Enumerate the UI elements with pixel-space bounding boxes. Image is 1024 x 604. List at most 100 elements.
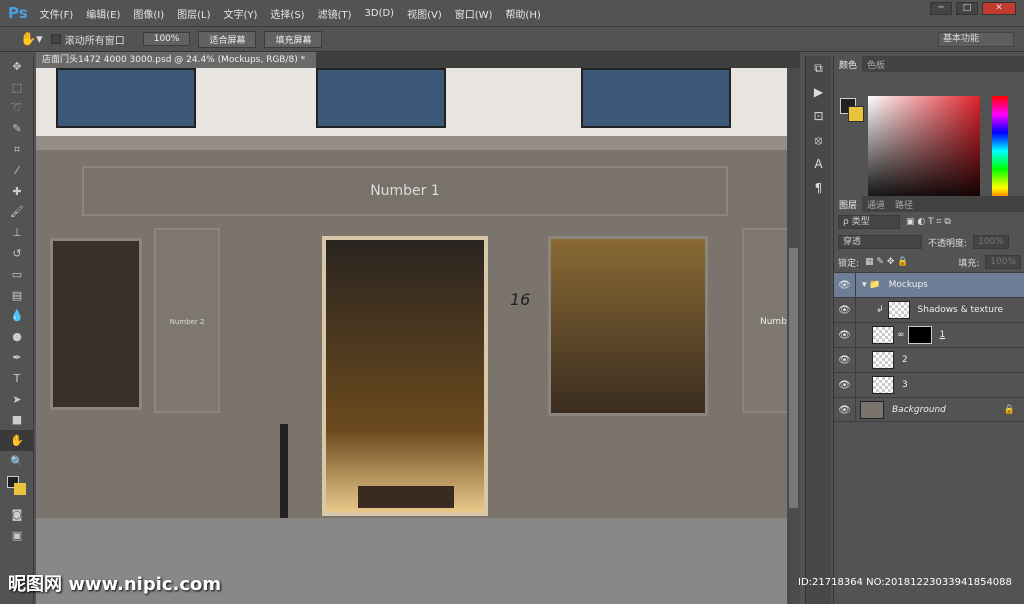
character-panel-icon[interactable]: A xyxy=(806,152,831,176)
eye-icon[interactable]: 👁 xyxy=(834,398,856,421)
lasso-tool-icon[interactable]: ➰ xyxy=(0,98,34,119)
eraser-tool-icon[interactable]: ▭ xyxy=(0,264,34,285)
eye-icon[interactable]: 👁 xyxy=(834,298,856,322)
background-color-swatch[interactable] xyxy=(848,106,864,122)
layers-panel: 图层 通道 路径 ρ 类型 ▣ ◐ T ⌗ ⧉ 穿透 不透明度: 100% 锁定: ▦ … xyxy=(834,196,1024,422)
layer-name: Shadows & texture xyxy=(917,305,1003,315)
lock-icon: 🔒 xyxy=(1003,404,1015,415)
tab-channels[interactable]: 通道 xyxy=(862,196,890,212)
healing-tool-icon[interactable]: ✚ xyxy=(0,181,34,202)
menu-type[interactable]: 文字(Y) xyxy=(224,6,258,21)
history-panel-icon[interactable]: ⧉ xyxy=(806,56,831,80)
layer-row-1[interactable]: 👁 ∞ 1 xyxy=(834,322,1024,347)
scroll-all-checkbox[interactable] xyxy=(50,34,61,44)
layer-row-2[interactable]: 👁 2 xyxy=(834,347,1024,372)
filter-icons[interactable]: ▣ ◐ T ⌗ ⧉ xyxy=(906,217,951,227)
tab-paths[interactable]: 路径 xyxy=(890,196,918,212)
type-tool-icon[interactable]: T xyxy=(0,368,34,389)
layer-row-mockups[interactable]: 👁 ▾ 📁 Mockups xyxy=(834,272,1024,297)
screen-mode-icon[interactable]: ▣ xyxy=(0,525,34,546)
color-panel xyxy=(834,72,1024,206)
layer-row-background[interactable]: 👁 Background 🔒 xyxy=(834,397,1024,422)
menu-select[interactable]: 选择(S) xyxy=(270,6,304,21)
hue-slider[interactable] xyxy=(992,96,1008,206)
crop-tool-icon[interactable]: ⌗ xyxy=(0,139,34,160)
paragraph-panel-icon[interactable]: ¶ xyxy=(806,176,831,200)
left-sign: Number 2 xyxy=(154,228,220,413)
color-swatches-icon[interactable] xyxy=(0,472,34,504)
color-picker-field[interactable] xyxy=(868,96,980,206)
link-icon: ∞ xyxy=(897,330,905,340)
options-bar: ✋▾ 滚动所有窗口 100% 适合屏幕 填充屏幕 基本功能 xyxy=(0,26,1024,52)
eye-icon[interactable]: 👁 xyxy=(834,323,856,347)
right-window xyxy=(548,236,708,416)
sign-main-text: Number 1 xyxy=(370,183,440,199)
move-tool-icon[interactable]: ✥ xyxy=(0,56,34,77)
vertical-scrollbar[interactable] xyxy=(787,68,800,604)
background-thumbnail xyxy=(860,400,884,419)
document-tab[interactable]: 店面门头1472 4000 3000.psd @ 24.4% (Mockups,… xyxy=(36,52,316,81)
properties-panel-icon[interactable]: ⊡ xyxy=(806,104,831,128)
scroll-all-label: 滚动所有窗口 xyxy=(64,35,125,47)
zoom-tool-icon[interactable]: 🔍 xyxy=(0,451,34,472)
menu-filter[interactable]: 滤镜(T) xyxy=(318,6,352,21)
layer-name: Mockups xyxy=(888,280,928,290)
menu-window[interactable]: 窗口(W) xyxy=(455,6,493,21)
eyedropper-tool-icon[interactable]: ⁄ xyxy=(0,160,34,181)
eye-icon[interactable]: 👁 xyxy=(834,273,856,297)
layers-panel-tabs: 图层 通道 路径 xyxy=(834,196,1024,212)
fill-screen-button[interactable]: 填充屏幕 xyxy=(264,30,323,48)
layer-row-shadows[interactable]: 👁 ↲ Shadows & texture xyxy=(834,297,1024,322)
gradient-tool-icon[interactable]: ▤ xyxy=(0,285,34,306)
menu-layer[interactable]: 图层(L) xyxy=(177,6,210,21)
fill-input[interactable]: 100% xyxy=(985,255,1021,269)
document-canvas[interactable]: Number 1 Number 2 Numb 16 xyxy=(36,68,787,604)
eye-icon[interactable]: 👁 xyxy=(834,373,856,397)
actions-panel-icon[interactable]: ▶ xyxy=(806,80,831,104)
pen-tool-icon[interactable]: ✒ xyxy=(0,347,34,368)
blur-tool-icon[interactable]: 💧 xyxy=(0,306,34,327)
upper-window xyxy=(316,68,446,128)
layer-filter-select[interactable]: ρ 类型 xyxy=(838,215,900,229)
menu-view[interactable]: 视图(V) xyxy=(407,6,442,21)
tab-color[interactable]: 颜色 xyxy=(834,56,863,72)
menu-help[interactable]: 帮助(H) xyxy=(505,6,540,21)
blend-mode-select[interactable]: 穿透 xyxy=(838,235,922,249)
sign-right-text: Numb xyxy=(760,317,787,327)
menu-image[interactable]: 图像(I) xyxy=(133,6,164,21)
marquee-tool-icon[interactable]: ⬚ xyxy=(0,77,34,98)
scrollbar-thumb[interactable] xyxy=(789,248,798,508)
hand-tool-icon[interactable]: ✋ xyxy=(0,430,34,452)
layer-row-3[interactable]: 👁 3 xyxy=(834,372,1024,397)
quick-mask-icon[interactable]: ◙ xyxy=(0,504,34,525)
menu-file[interactable]: 文件(F) xyxy=(40,6,74,21)
history-brush-icon[interactable]: ↺ xyxy=(0,243,34,264)
maximize-button[interactable]: □ xyxy=(956,2,978,15)
hand-tool-icon[interactable]: ✋▾ xyxy=(20,32,43,47)
menu-3d[interactable]: 3D(D) xyxy=(365,8,395,19)
right-sign: Numb xyxy=(742,228,787,413)
minimize-button[interactable]: ─ xyxy=(930,2,952,15)
eye-icon[interactable]: 👁 xyxy=(834,348,856,372)
adjustments-panel-icon[interactable]: ⦻ xyxy=(806,128,831,152)
workspace-select[interactable]: 基本功能 xyxy=(938,32,1014,47)
lock-icons[interactable]: ▦ ✎ ✥ 🔒 xyxy=(865,257,908,267)
blend-row: 穿透 不透明度: 100% xyxy=(834,232,1024,252)
dodge-tool-icon[interactable]: ● xyxy=(0,326,34,347)
tab-swatches[interactable]: 色板 xyxy=(862,56,890,72)
main-sign: Number 1 xyxy=(82,166,728,216)
shape-tool-icon[interactable]: ■ xyxy=(0,410,34,431)
close-button[interactable]: ✕ xyxy=(982,2,1016,15)
fit-screen-button[interactable]: 适合屏幕 xyxy=(198,30,257,48)
stamp-tool-icon[interactable]: ⊥ xyxy=(0,222,34,243)
brush-tool-icon[interactable]: 🖌 xyxy=(0,202,34,223)
opacity-input[interactable]: 100% xyxy=(973,235,1009,249)
quick-select-tool-icon[interactable]: ✎ xyxy=(0,118,34,139)
zoom-100-button[interactable]: 100% xyxy=(142,32,191,46)
path-select-tool-icon[interactable]: ➤ xyxy=(0,389,34,410)
tab-layers[interactable]: 图层 xyxy=(834,196,863,212)
doormat xyxy=(358,486,454,508)
menu-edit[interactable]: 编辑(E) xyxy=(86,6,120,21)
layer-mask-thumbnail[interactable] xyxy=(907,326,932,344)
lock-row: 锁定: ▦ ✎ ✥ 🔒 填充: 100% xyxy=(834,252,1024,272)
